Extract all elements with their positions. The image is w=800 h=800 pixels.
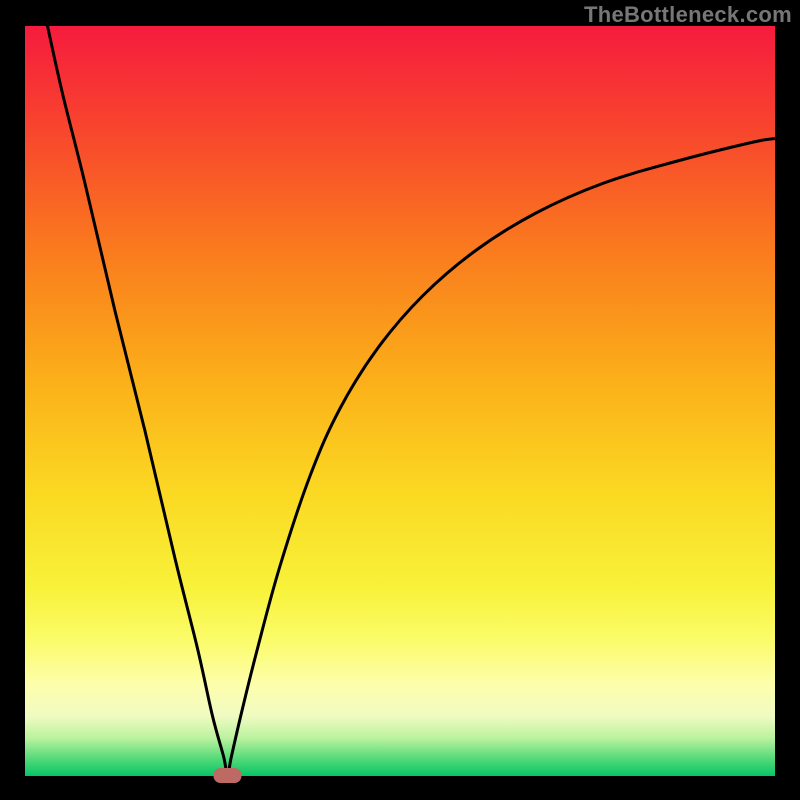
chart-image: TheBottleneck.com (0, 0, 800, 800)
chart-canvas (0, 0, 800, 800)
watermark-text: TheBottleneck.com (584, 2, 792, 28)
curve-minimum-marker (214, 768, 242, 783)
